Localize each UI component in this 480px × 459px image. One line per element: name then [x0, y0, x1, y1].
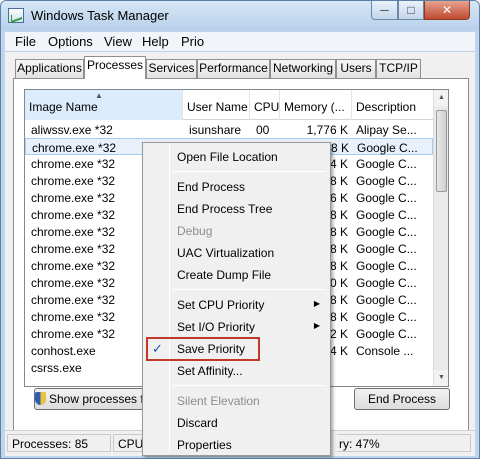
- menu-item-silent-elevation: Silent Elevation: [145, 390, 328, 412]
- menu-item-properties[interactable]: Properties: [145, 434, 328, 456]
- column-image-name-label: Image Name: [29, 100, 98, 114]
- menu-item-label: Open File Location: [177, 150, 278, 164]
- close-button[interactable]: ✕: [424, 1, 470, 20]
- tab-networking[interactable]: Networking: [270, 59, 336, 78]
- cell-description: Google C...: [356, 174, 417, 188]
- cell-description: Google C...: [356, 157, 417, 171]
- tab-applications[interactable]: Applications: [15, 59, 84, 78]
- cell-description: Alipay Se...: [356, 123, 417, 137]
- list-header: ▲ Image Name User Name CPU Memory (... D…: [25, 90, 433, 120]
- menu-item-label: Set CPU Priority: [177, 298, 265, 312]
- menu-item-create-dump-file[interactable]: Create Dump File: [145, 264, 328, 286]
- maximize-button[interactable]: □: [398, 1, 424, 20]
- scroll-up-icon[interactable]: ▲: [434, 90, 448, 106]
- menu-item-label: End Process: [177, 180, 246, 194]
- menu-item-debug: Debug: [145, 220, 328, 242]
- submenu-arrow-icon: ▶: [313, 321, 320, 330]
- cell-description: Console ...: [356, 344, 414, 358]
- cell-description: Google C...: [356, 242, 417, 256]
- column-memory[interactable]: Memory (...: [280, 90, 352, 120]
- menu-view[interactable]: View: [104, 34, 132, 49]
- tab-tcp-ip[interactable]: TCP/IP: [376, 59, 421, 78]
- cell-description: Google C...: [356, 310, 417, 324]
- cell-description: Google C...: [356, 225, 417, 239]
- show-processes-all-users-button[interactable]: Show processes from all users: [34, 388, 147, 410]
- cell-description: Google C...: [356, 191, 417, 205]
- menu-item-label: Create Dump File: [177, 268, 272, 282]
- cell-cpu: 00: [256, 123, 270, 137]
- cell-user-name: isunshare: [189, 123, 242, 137]
- uac-shield-icon: [35, 392, 46, 405]
- menu-item-end-process[interactable]: End Process: [145, 176, 328, 198]
- menu-prio[interactable]: Prio: [181, 34, 204, 49]
- menu-item-label: UAC Virtualization: [177, 246, 275, 260]
- red-highlight-box: [146, 337, 260, 361]
- sort-ascending-icon: ▲: [95, 91, 103, 100]
- menu-item-label: Debug: [177, 224, 213, 238]
- process-context-menu: Open File Location End Process End Proce…: [142, 142, 331, 456]
- menu-item-label: Properties: [177, 438, 232, 452]
- task-manager-app-icon: [8, 8, 24, 23]
- menu-item-open-file-location[interactable]: Open File Location: [145, 146, 328, 168]
- cell-description: Google C...: [356, 327, 417, 341]
- column-description[interactable]: Description: [352, 90, 433, 120]
- menu-separator: [173, 385, 326, 386]
- menu-item-end-process-tree[interactable]: End Process Tree: [145, 198, 328, 220]
- menu-item-label: End Process Tree: [177, 202, 273, 216]
- window-title: Windows Task Manager: [31, 8, 169, 23]
- menu-separator: [173, 171, 326, 172]
- menu-options[interactable]: Options: [48, 34, 93, 49]
- cell-description: Google C...: [356, 208, 417, 222]
- tab-services[interactable]: Services: [146, 59, 197, 78]
- cell-image-name: aliwssv.exe *32: [31, 123, 113, 137]
- menu-separator: [173, 289, 326, 290]
- show-processes-label: Show processes from all users: [49, 392, 146, 406]
- menu-item-label: Set I/O Priority: [177, 320, 256, 334]
- menu-item-set-cpu-priority[interactable]: Set CPU Priority ▶: [145, 294, 328, 316]
- tab-users[interactable]: Users: [336, 59, 376, 78]
- menu-item-save-priority[interactable]: ✓ Save Priority: [145, 337, 328, 361]
- column-user-name[interactable]: User Name: [183, 90, 250, 120]
- menu-bar: File Options View Help Prio: [5, 32, 475, 51]
- column-image-name[interactable]: ▲ Image Name: [25, 90, 183, 120]
- scroll-down-icon[interactable]: ▼: [434, 370, 448, 386]
- menu-item-label: Silent Elevation: [177, 394, 260, 408]
- menu-item-label: Set Affinity...: [177, 364, 243, 378]
- menu-help[interactable]: Help: [142, 34, 169, 49]
- cell-description: Google C...: [356, 293, 417, 307]
- status-processes: Processes: 85: [7, 434, 111, 452]
- cell-memory: 1,776 K: [306, 123, 348, 137]
- task-manager-window: Windows Task Manager ─ □ ✕ File Options …: [0, 0, 480, 459]
- vertical-scrollbar[interactable]: ▲ ▼: [433, 90, 448, 386]
- menu-item-set-affinity[interactable]: Set Affinity...: [145, 360, 328, 382]
- table-row[interactable]: aliwssv.exe *32 isunshare 00 1,776 K Ali…: [25, 121, 433, 138]
- menu-item-label: Discard: [177, 416, 218, 430]
- submenu-arrow-icon: ▶: [313, 299, 320, 308]
- menu-item-discard[interactable]: Discard: [145, 412, 328, 434]
- menu-item-set-io-priority[interactable]: Set I/O Priority ▶: [145, 316, 328, 338]
- column-cpu[interactable]: CPU: [250, 90, 280, 120]
- end-process-button[interactable]: End Process: [354, 388, 450, 410]
- cell-description: Google C...: [357, 141, 418, 155]
- tab-processes[interactable]: Processes: [84, 56, 146, 79]
- cell-description: Google C...: [356, 259, 417, 273]
- scroll-thumb[interactable]: [436, 110, 447, 192]
- tab-performance[interactable]: Performance: [197, 59, 270, 78]
- cell-description: Google C...: [356, 276, 417, 290]
- title-bar[interactable]: Windows Task Manager ─ □ ✕: [1, 1, 479, 31]
- minimize-button[interactable]: ─: [371, 1, 398, 20]
- menu-item-uac-virtualization[interactable]: UAC Virtualization: [145, 242, 328, 264]
- menu-file[interactable]: File: [15, 34, 36, 49]
- status-memory: ry: 47%: [337, 434, 471, 452]
